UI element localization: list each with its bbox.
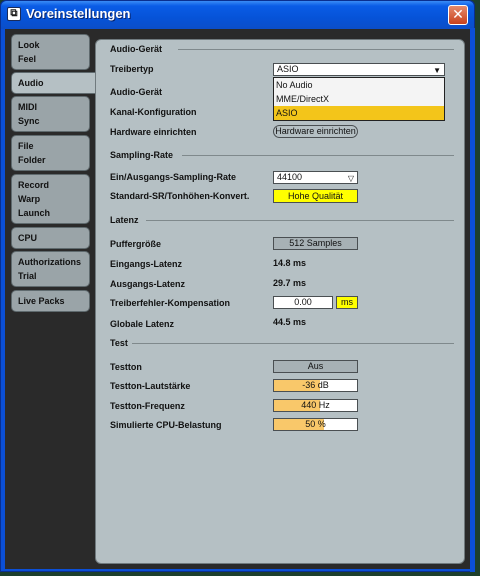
channel-config-label: Kanal-Konfiguration [110,107,197,117]
dropdown-option-mme-directx[interactable]: MME/DirectX [274,92,444,106]
driver-type-select[interactable]: ASIO ▼ [273,63,445,76]
tab-label: Authorizations [18,257,81,267]
driver-error-compensation-label: Treiberfehler-Kompensation [110,298,231,308]
default-sr-label: Standard-SR/Tonhöhen-Konvert. [110,191,250,201]
dropdown-arrow-icon: ▼ [433,66,441,75]
io-sampling-rate-value: 44100 [277,172,303,182]
section-title-latency: Latenz [110,215,139,225]
overall-latency-value: 44.5 ms [273,317,307,327]
test-tone-frequency-label: Testton-Frequenz [110,401,185,411]
driver-type-value: ASIO [277,64,299,74]
input-latency-value: 14.8 ms [273,258,307,268]
driver-error-compensation-unit: ms [336,296,358,309]
test-tone-volume-label: Testton-Lautstärke [110,381,191,391]
sidebar-tab-midi-sync[interactable]: MIDI Sync [11,96,90,132]
simulated-cpu-load-label: Simulierte CPU-Belastung [110,420,222,430]
ableton-logo-icon: ⧉ [7,7,21,21]
tab-label: Feel [18,54,37,64]
close-button[interactable]: ✕ [448,5,468,25]
section-divider [146,220,454,221]
test-tone-toggle[interactable]: Aus [273,360,358,373]
tab-label: Live Packs [18,296,65,306]
io-sampling-rate-label: Ein/Ausgangs-Sampling-Rate [110,172,237,182]
buffer-size-label: Puffergröße [110,239,162,249]
input-latency-label: Eingangs-Latenz [110,259,183,269]
window-right-edge [470,28,475,572]
title-bar[interactable]: ⧉ Voreinstellungen ✕ [1,1,474,29]
dropdown-arrow-icon: ▽ [347,174,354,183]
dropdown-option-no-audio[interactable]: No Audio [274,78,444,92]
tab-label: Record [18,180,50,190]
client-area: Look Feel Audio MIDI Sync File Folder Re… [5,29,471,569]
test-tone-frequency-value: 440 Hz [301,400,330,410]
output-latency-label: Ausgangs-Latenz [110,279,186,289]
tab-label: Trial [18,271,37,281]
test-tone-volume-value: -36 dB [302,380,329,390]
section-title-audio-device: Audio-Gerät [110,44,163,54]
tab-label: MIDI [18,102,37,112]
section-divider [178,49,454,50]
default-sr-quality-button[interactable]: Hohe Qualität [273,189,358,203]
window-title: Voreinstellungen [26,6,131,21]
sidebar-tab-record-warp-launch[interactable]: Record Warp Launch [11,174,90,224]
hardware-setup-label: Hardware einrichten [110,127,197,137]
sidebar-tab-live-packs[interactable]: Live Packs [11,290,90,312]
audio-settings-panel: Audio-Gerät Treibertyp ASIO ▼ Audio-Gerä… [95,39,465,564]
sidebar-tab-authorizations-trial[interactable]: Authorizations Trial [11,251,90,287]
tab-label: Look [18,40,40,50]
dropdown-option-asio[interactable]: ASIO [274,106,444,120]
simulated-cpu-load-slider[interactable]: 50 % [273,418,358,431]
overall-latency-label: Globale Latenz [110,319,175,329]
test-tone-volume-slider[interactable]: -36 dB [273,379,358,392]
tab-label: Launch [18,208,51,218]
output-latency-value: 29.7 ms [273,278,307,288]
tab-label: File [18,141,34,151]
test-tone-frequency-slider[interactable]: 440 Hz [273,399,358,412]
sidebar-tab-look-feel[interactable]: Look Feel [11,34,90,70]
driver-error-compensation-input[interactable]: 0.00 [273,296,333,309]
preferences-window: ⧉ Voreinstellungen ✕ Look Feel Audio MID… [0,0,475,572]
sidebar-tab-audio[interactable]: Audio [11,72,95,94]
sidebar-tab-cpu[interactable]: CPU [11,227,90,249]
section-divider [182,155,454,156]
section-title-sampling-rate: Sampling-Rate [110,150,174,160]
tab-label: Warp [18,194,41,204]
tab-label: CPU [18,233,38,243]
test-tone-label: Testton [110,362,142,372]
tab-label: Folder [18,155,46,165]
hardware-setup-button[interactable]: Hardware einrichten [273,125,358,138]
audio-device-label: Audio-Gerät [110,87,163,97]
simulated-cpu-load-value: 50 % [305,419,326,429]
sidebar-tab-file-folder[interactable]: File Folder [11,135,90,171]
tab-label: Audio [18,78,44,88]
driver-type-dropdown-list: No Audio MME/DirectX ASIO [273,77,445,121]
section-title-test: Test [110,338,128,348]
io-sampling-rate-select[interactable]: 44100 ▽ [273,171,358,184]
buffer-size-button[interactable]: 512 Samples [273,237,358,250]
tab-label: Sync [18,116,40,126]
section-divider [132,343,454,344]
driver-type-label: Treibertyp [110,64,154,74]
